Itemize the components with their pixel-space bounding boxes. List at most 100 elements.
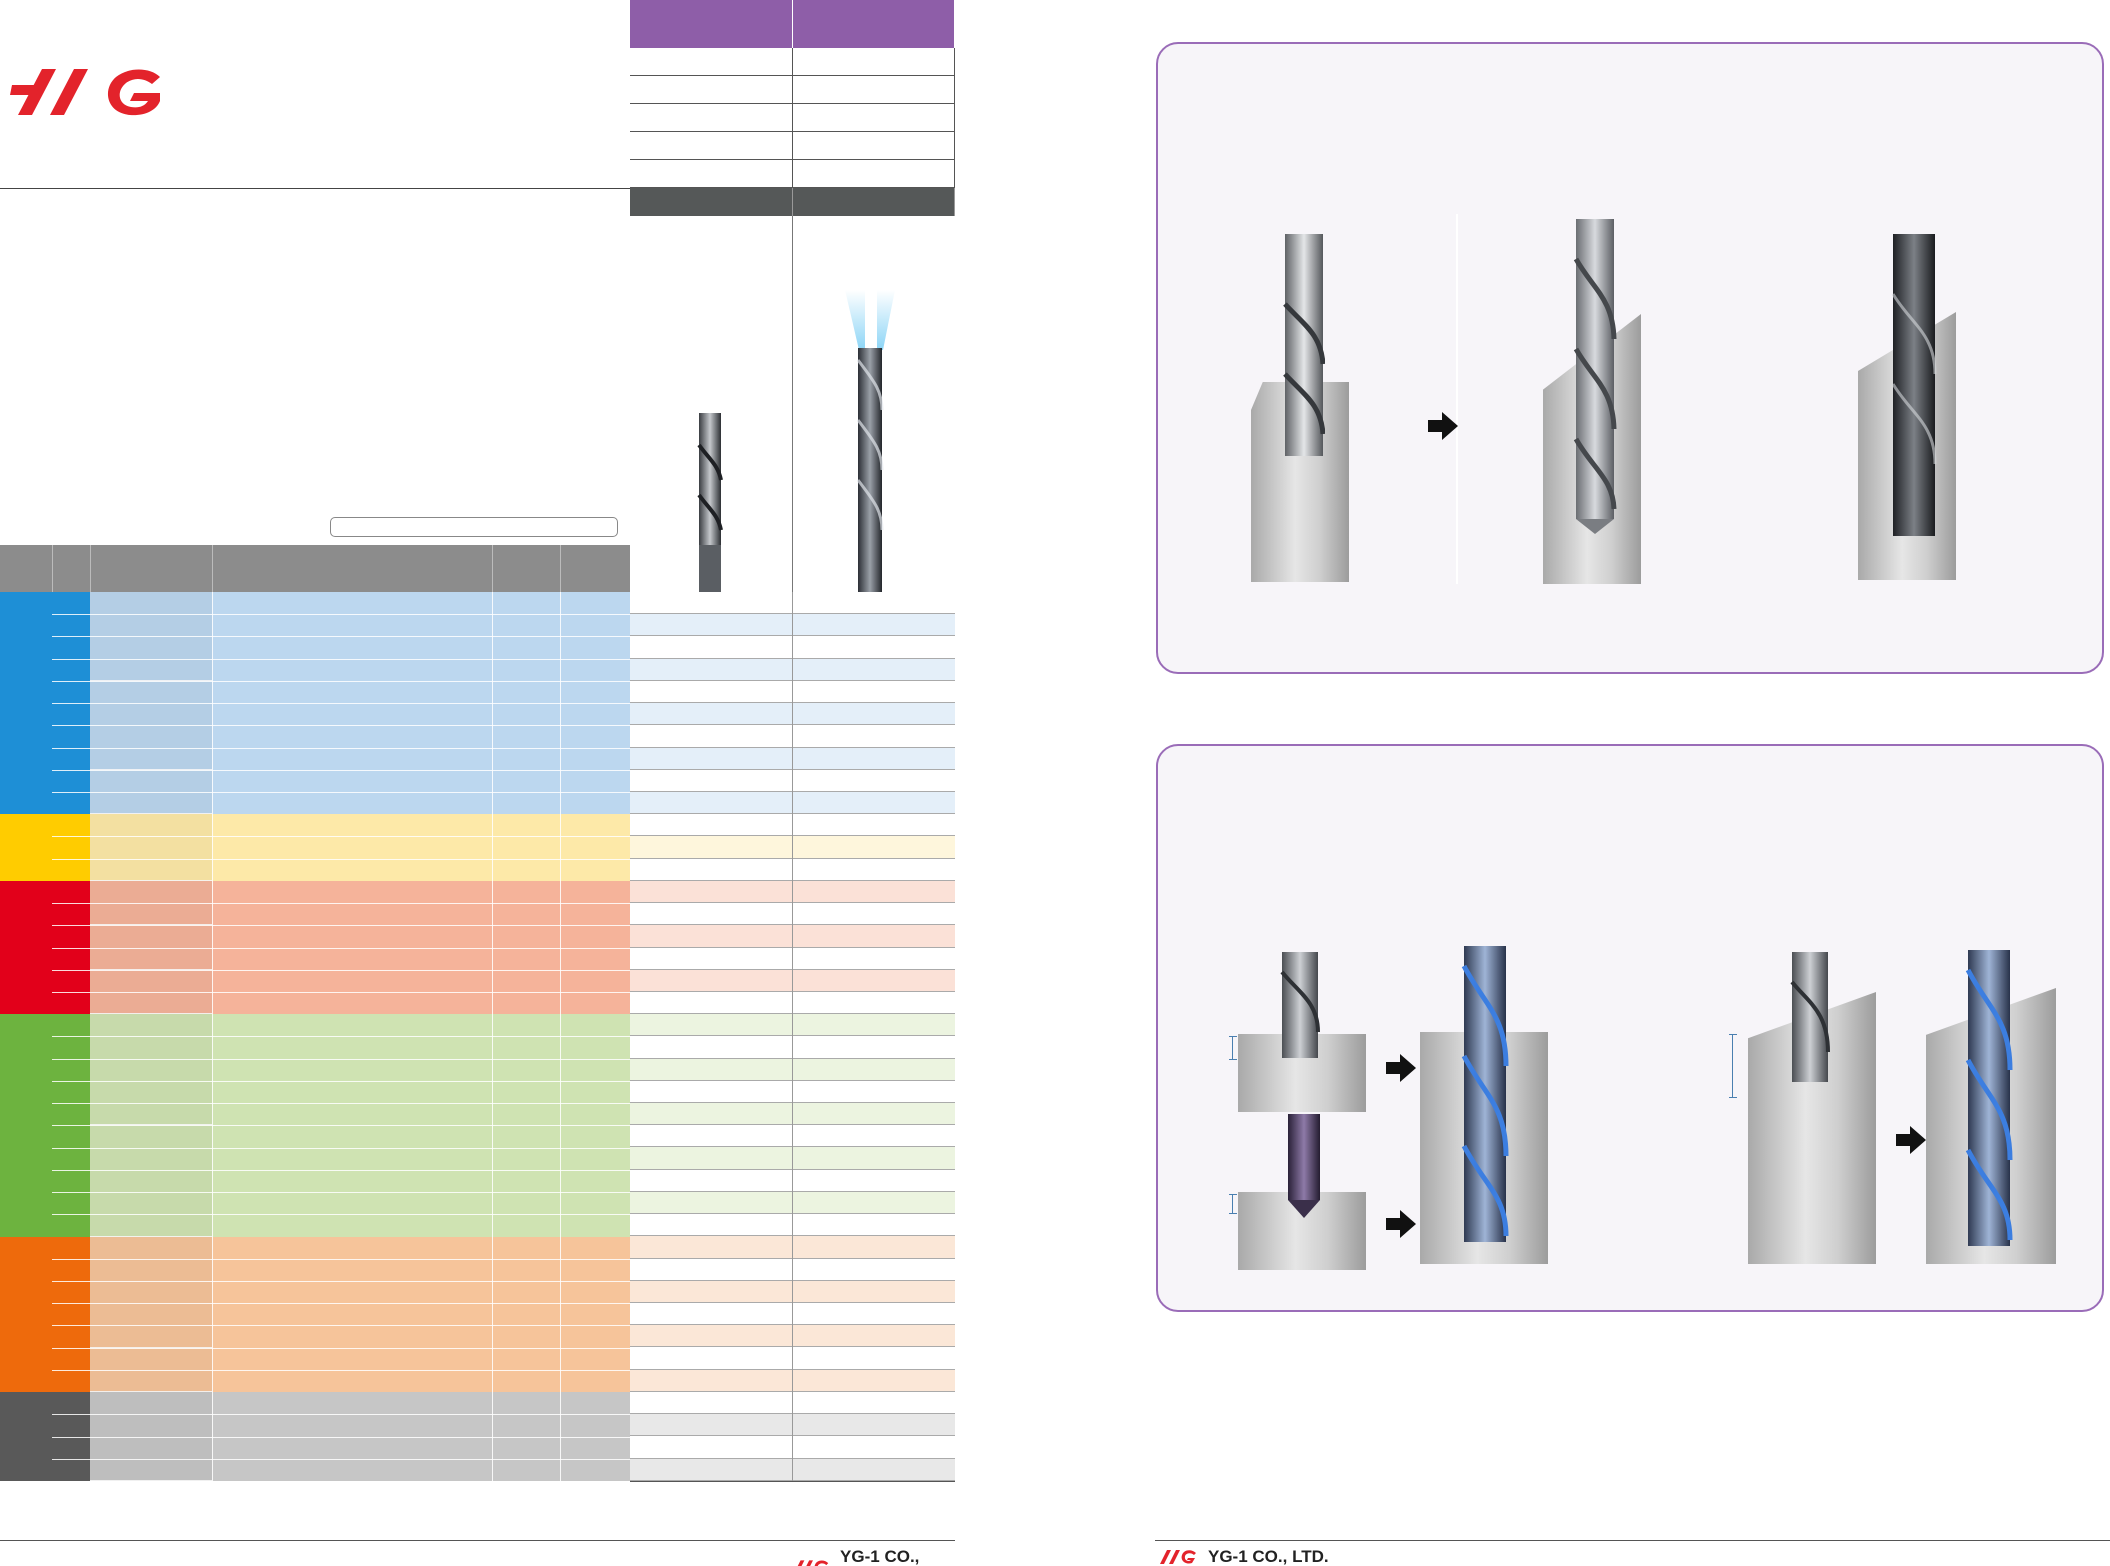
- column-divider: [492, 880, 493, 1015]
- coated-drill-image: [1461, 946, 1509, 1242]
- row-divider: [52, 1103, 630, 1105]
- row-divider: [52, 1280, 630, 1282]
- column-divider: [560, 592, 561, 815]
- footer-rule: [1155, 1540, 2110, 1541]
- arrow-right-icon: [1386, 1054, 1416, 1082]
- finished-drill-image: [1891, 234, 1937, 536]
- material-group-h: [0, 1392, 630, 1481]
- group-color-band: [0, 1236, 52, 1393]
- end-mill-image: [1283, 234, 1325, 456]
- row-divider: [52, 1258, 630, 1260]
- column-divider: [492, 814, 493, 881]
- spec-table: [630, 0, 955, 188]
- footer-brand: YG-1 CO., LTD.: [1158, 1547, 1329, 1566]
- group-color-band: [0, 592, 52, 815]
- column-divider: [212, 1236, 213, 1393]
- arrow-right-icon: [1386, 1210, 1416, 1238]
- sub-category-cell: [90, 1125, 212, 1237]
- end-mill-image: [1790, 952, 1830, 1082]
- column-divider: [212, 592, 213, 815]
- footer-brand: YG-1 CO., LTD.: [792, 1547, 955, 1566]
- spec-table-row: [630, 104, 955, 132]
- drill-in-hole-image: [1573, 219, 1617, 534]
- drill-short-image: [697, 413, 723, 592]
- depth-indicator: [1229, 1194, 1237, 1214]
- material-table-header: [0, 545, 630, 592]
- material-group-p: [0, 592, 630, 815]
- drill-image: [1288, 1114, 1320, 1218]
- yg1-mini-logo: [1160, 1550, 1196, 1564]
- column-divider: [212, 1392, 213, 1481]
- yg1-logo: [10, 69, 160, 116]
- column-divider: [492, 1236, 493, 1393]
- row-divider: [52, 992, 630, 994]
- column-divider: [212, 880, 213, 1015]
- row-divider: [52, 1369, 630, 1371]
- row-divider: [52, 925, 630, 927]
- group-sub-band: [52, 1236, 90, 1393]
- group-color-band: [0, 1014, 52, 1237]
- tool-image-header: [630, 188, 955, 216]
- row-divider: [52, 636, 630, 638]
- row-divider: [52, 1036, 630, 1038]
- row-divider: [52, 1347, 630, 1349]
- arrow-right-icon: [1428, 412, 1458, 440]
- arrow-right-icon: [1896, 1126, 1926, 1154]
- column-divider: [560, 814, 561, 881]
- sub-category-cell: [90, 1236, 212, 1348]
- footer-rule: [0, 1540, 955, 1541]
- footer-brand-text: YG-1 CO., LTD.: [1208, 1547, 1329, 1566]
- material-table-body: [0, 592, 630, 1481]
- spec-table-header: [630, 0, 955, 48]
- group-color-band: [0, 814, 52, 881]
- coated-drill-image: [1965, 950, 2013, 1246]
- panel-divider: [1456, 214, 1458, 584]
- row-divider: [52, 747, 630, 749]
- table-bottom-rule: [630, 1481, 955, 1482]
- column-divider: [212, 1014, 213, 1237]
- material-group-n: [0, 1014, 630, 1237]
- row-divider: [52, 858, 630, 860]
- row-divider: [52, 903, 630, 905]
- row-divider: [52, 1436, 630, 1438]
- row-divider: [52, 1058, 630, 1060]
- drilling-process-panel: [1156, 42, 2104, 674]
- depth-indicator: [1729, 1034, 1737, 1098]
- column-divider: [212, 814, 213, 881]
- column-divider: [560, 880, 561, 1015]
- row-divider: [52, 658, 630, 660]
- catalog-left-page: YG-1 CO., LTD.: [0, 0, 955, 1566]
- catalog-right-page: YG-1 CO., LTD.: [1150, 0, 2110, 1566]
- drill-long-coolant-image: [845, 290, 895, 592]
- row-divider: [52, 1147, 630, 1149]
- sub-category-cell: [90, 1014, 212, 1126]
- column-divider: [492, 1392, 493, 1481]
- column-divider: [560, 1236, 561, 1393]
- row-divider: [52, 703, 630, 705]
- material-group-s: [0, 1236, 630, 1393]
- row-divider: [52, 1125, 630, 1127]
- row-divider: [52, 680, 630, 682]
- row-divider: [52, 1214, 630, 1216]
- spec-table-row: [630, 132, 955, 160]
- row-divider: [52, 614, 630, 616]
- row-divider: [52, 725, 630, 727]
- group-color-band: [0, 1392, 52, 1481]
- header-divider: [0, 188, 630, 189]
- end-mill-image: [1280, 952, 1320, 1058]
- row-divider: [52, 969, 630, 971]
- yg1-mini-logo: [797, 1560, 829, 1566]
- recommendation-column-divider: [792, 592, 793, 1481]
- tool-column-divider: [792, 216, 793, 592]
- search-field[interactable]: [330, 517, 618, 537]
- row-divider: [52, 947, 630, 949]
- row-divider: [52, 1303, 630, 1305]
- depth-indicator: [1229, 1036, 1237, 1060]
- material-group-k: [0, 880, 630, 1015]
- pilot-hole-panel: [1156, 744, 2104, 1312]
- group-color-band: [0, 880, 52, 1015]
- column-divider: [560, 1392, 561, 1481]
- spec-table-row: [630, 76, 955, 104]
- row-divider: [52, 1414, 630, 1416]
- spec-table-row: [630, 48, 955, 76]
